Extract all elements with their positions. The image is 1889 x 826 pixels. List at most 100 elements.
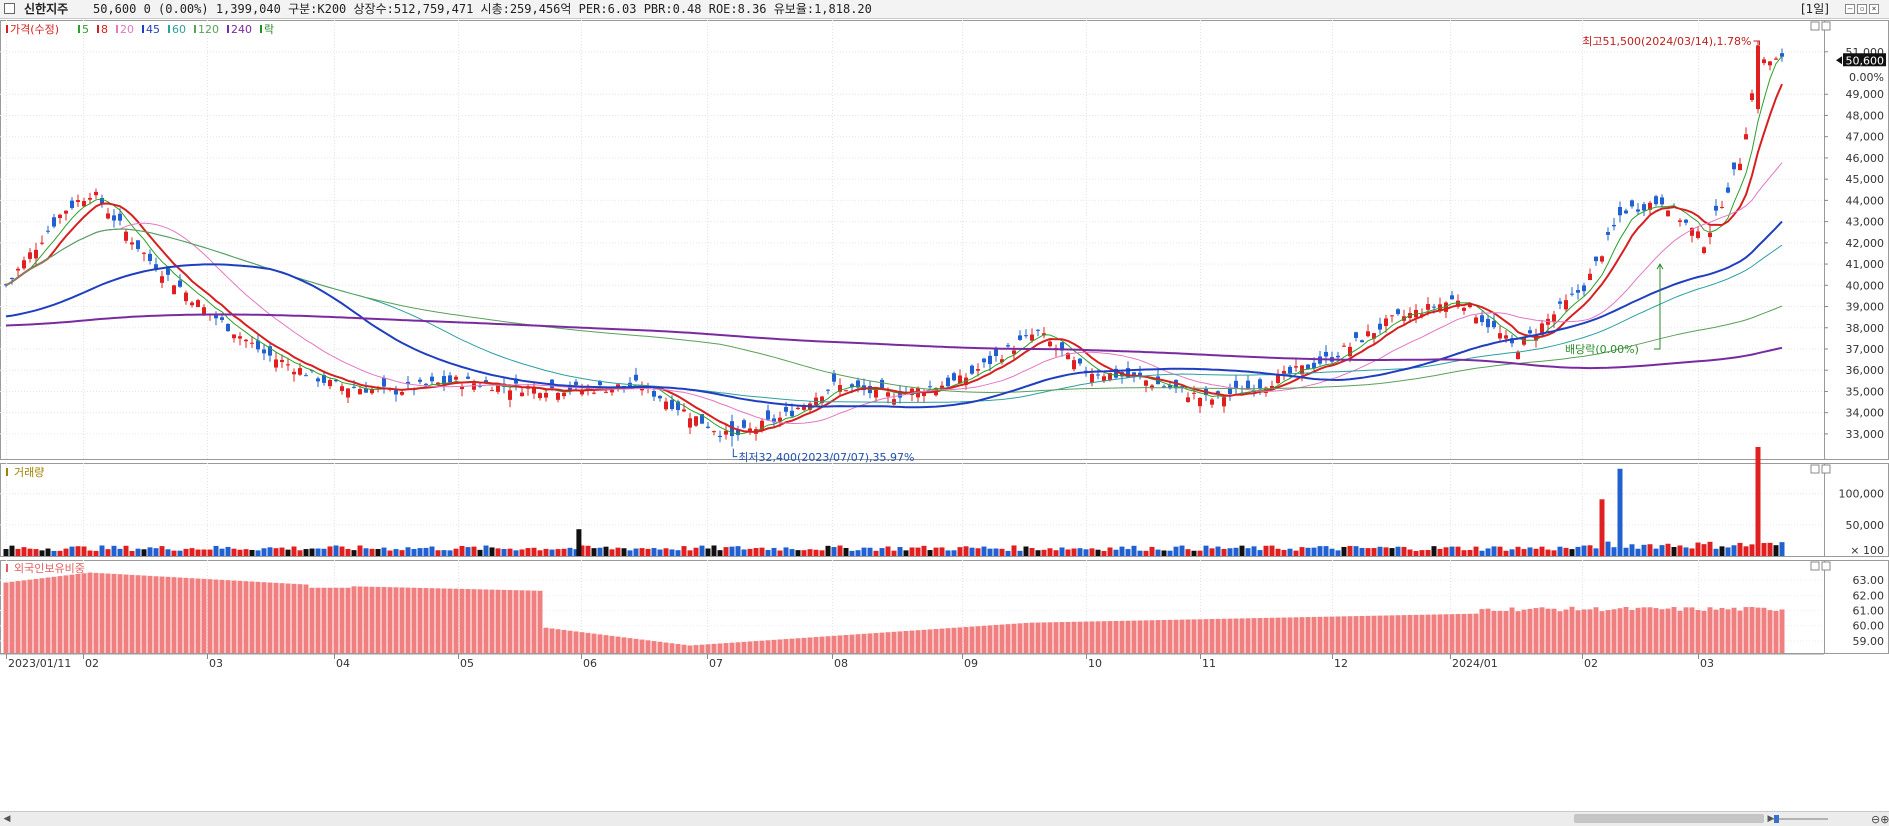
candle [52, 217, 56, 227]
volume-bar [1323, 546, 1329, 556]
volume-bar [441, 550, 447, 556]
volume-bar [1575, 546, 1581, 556]
foreign-ratio-bar [1689, 607, 1695, 653]
scroll-left-icon[interactable]: ◀ [2, 814, 12, 824]
volume-bar [837, 545, 843, 556]
chart-scrollbar[interactable]: ◀ ▶ ⊖⊕ [0, 811, 1889, 826]
volume-bar [81, 546, 87, 556]
foreign-tick-label: 63.00 [1853, 574, 1885, 587]
candle [1198, 397, 1202, 407]
volume-bar [543, 548, 549, 556]
candle [1678, 220, 1682, 222]
volume-bar [1035, 550, 1041, 556]
volume-bar [1701, 544, 1707, 556]
foreign-ratio-bar [327, 587, 333, 653]
candle [1750, 93, 1754, 101]
volume-bar [1119, 546, 1125, 556]
candle [316, 378, 320, 382]
candle [1096, 374, 1100, 376]
volume-bar [1185, 549, 1191, 556]
foreign-ratio-bar [1431, 614, 1437, 653]
zoom-in-icon[interactable]: ⊕ [1880, 813, 1889, 826]
volume-bar [1275, 548, 1281, 556]
foreign-ratio-bar [1617, 608, 1623, 653]
foreign-ratio-bar [1143, 620, 1149, 653]
candle [784, 407, 788, 412]
foreign-ratio-bar [735, 642, 741, 653]
foreign-ratio-bar [1605, 610, 1611, 653]
current-pct-label: 0.00% [1849, 71, 1884, 84]
volume-bar [1137, 550, 1143, 556]
candle [184, 292, 188, 302]
candle [1768, 61, 1772, 66]
foreign-ratio-bar [801, 637, 807, 653]
foreign-ratio-bar [399, 587, 405, 653]
foreign-ratio-bar [465, 589, 471, 653]
price-tick-label: 33,000 [1846, 428, 1885, 441]
candle [1612, 224, 1616, 227]
volume-bar [519, 549, 525, 556]
volume-bar [1413, 551, 1419, 556]
foreign-ratio-bar [1737, 610, 1743, 653]
foreign-ratio-bar [453, 588, 459, 653]
foreign-ratio-bar [351, 586, 357, 653]
volume-bar [1125, 549, 1131, 556]
volume-bar [207, 549, 213, 556]
candle [10, 277, 14, 279]
foreign-ratio-bar [747, 641, 753, 653]
foreign-ratio-bar [171, 577, 177, 653]
foreign-ratio-bar [417, 587, 423, 653]
candle [454, 376, 458, 380]
candle [1078, 358, 1082, 364]
volume-bar [381, 547, 387, 556]
price-tick-label: 48,000 [1846, 109, 1885, 122]
volume-bar [843, 547, 849, 556]
candle [1336, 355, 1340, 358]
volume-bar [1437, 548, 1443, 556]
candle [604, 391, 608, 393]
foreign-ratio-bar [207, 579, 213, 653]
foreign-ratio-bar [1587, 609, 1593, 653]
volume-bar [159, 546, 165, 556]
foreign-ratio-bar [111, 573, 117, 653]
foreign-ratio-bar [945, 628, 951, 653]
volume-bar [609, 549, 615, 556]
foreign-ratio-bar [3, 582, 9, 653]
foreign-ratio-bar [345, 587, 351, 653]
volume-bar [1605, 541, 1611, 556]
foreign-ratio-bar [693, 645, 699, 653]
candle [796, 407, 800, 409]
candle [358, 389, 362, 395]
foreign-ratio-bar [927, 629, 933, 653]
foreign-ratio-bar [1773, 610, 1779, 653]
foreign-ratio-bar [807, 637, 813, 653]
volume-bar [1425, 550, 1431, 556]
volume-bar [459, 545, 465, 556]
candle [172, 285, 176, 295]
foreign-ratio-bar [1593, 607, 1599, 653]
foreign-ratio-bar [699, 644, 705, 653]
volume-bar [303, 549, 309, 556]
volume-bar [1107, 547, 1113, 556]
foreign-ratio-bar [1461, 613, 1467, 653]
x-axis-label: 11 [1202, 657, 1216, 670]
foreign-ratio-bar [1191, 619, 1197, 653]
x-axis-label: 05 [460, 657, 474, 670]
volume-bar [501, 548, 507, 556]
foreign-ratio-bar [21, 580, 27, 653]
zoom-slider[interactable] [1770, 814, 1830, 824]
stock-chart[interactable]: 51,00049,00048,00047,00046,00045,00044,0… [0, 0, 1889, 811]
scroll-thumb[interactable] [1574, 814, 1764, 823]
volume-bar [1377, 546, 1383, 556]
foreign-ratio-panel-close-icon [1821, 561, 1831, 571]
volume-bar [9, 545, 15, 556]
candle [418, 379, 422, 382]
volume-bar [1305, 547, 1311, 556]
foreign-ratio-bar [1149, 620, 1155, 653]
legend-item: 5 [82, 23, 89, 36]
volume-bar [1713, 548, 1719, 556]
zoom-out-icon[interactable]: ⊖ [1871, 813, 1880, 826]
candle [1654, 196, 1658, 205]
volume-bar [633, 548, 639, 556]
foreign-ratio-bar [1569, 606, 1575, 653]
